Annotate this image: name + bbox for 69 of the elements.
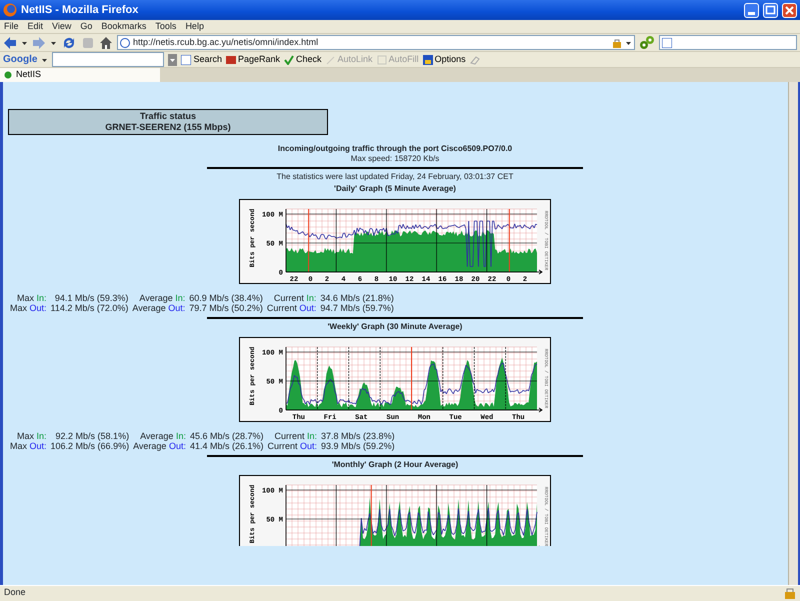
firefox-icon [3,3,17,17]
scrollbar[interactable] [788,82,798,585]
pagerank-icon [226,54,236,64]
browser-tab[interactable]: NetIIS [0,68,160,82]
stat-value: 94.7 Mb/s (59.7%) [319,303,395,313]
stat-value: 60.9 Mb/s (38.4%) [188,293,264,303]
toolbar-button[interactable]: Search [181,52,222,66]
graph-title: 'Daily' Graph (5 Minute Average) [333,184,457,194]
url-text: http://netis.rcub.bg.ac.yu/netis/omni/index.html [133,36,320,49]
google-logo[interactable]: Google [3,52,38,67]
minimize-icon [748,12,755,14]
stat-value: 93.9 Mb/s (59.2%) [320,441,396,451]
close-button[interactable] [782,2,797,18]
stat-value: 45.6 Mb/s (28.7%) [188,431,264,441]
stat-value: 34.6 Mb/s (21.8%) [319,293,395,303]
stat-value: 79.7 Mb/s (50.2%) [188,303,264,313]
stat-label: Current Out: [266,441,318,451]
status-text: Done [4,586,26,600]
close-icon [783,4,796,16]
search-field[interactable] [659,35,797,50]
toolbar-button[interactable]: Check [284,52,322,66]
menu-item[interactable]: Help [185,20,204,34]
stat-label: Max In: [16,431,48,441]
menu-item[interactable]: Tools [155,20,176,34]
graph-title: 'Monthly' Graph (2 Hour Average) [330,460,460,470]
maximize-icon [764,4,777,16]
menu-item[interactable]: File [4,20,19,34]
search-field[interactable] [52,52,164,67]
menu-item[interactable]: View [52,20,72,34]
lock-icon [784,587,796,599]
graph-title: 'Weekly' Graph (30 Minute Average) [326,322,464,332]
menu-item[interactable]: Go [80,20,92,34]
max-speed-text: Max speed: 158720 Kb/s [350,154,440,164]
stat-value: 94.1 Mb/s (59.3%) [54,293,130,303]
check-icon [284,54,294,64]
stat-label: Average In: [139,431,187,441]
stat-label: Average Out: [131,303,186,313]
stat-label: Current In: [274,431,318,441]
stat-label: Max Out: [9,441,48,451]
page-icon [120,38,130,48]
stat-label: Max In: [16,293,48,303]
gears-icon[interactable] [639,34,655,50]
maximize-button[interactable] [763,2,778,18]
header-text: Traffic status [138,111,198,122]
stat-label: Average Out: [132,441,187,451]
window-title: NetIIS - Mozilla Firefox [21,2,140,18]
lock-icon [612,38,622,48]
menu-item[interactable]: Edit [28,20,44,34]
stat-value: 41.4 Mb/s (26.1%) [188,441,264,451]
options-icon [422,54,433,64]
stat-label: Current In: [272,293,318,303]
back-icon[interactable] [3,36,17,50]
home-icon[interactable] [99,36,113,50]
header-text: GRNET-SEEREN2 (155 Mbps) [104,122,232,133]
stat-label: Current Out: [266,303,318,313]
updated-text: The statistics were last updated Friday, 24 February, 03:01:37 CET [276,172,514,182]
toolbar-button[interactable]: PageRank [226,52,280,66]
address-field[interactable]: http://netis.rcub.bg.ac.yu/netis/omni/index.html [117,35,635,50]
minimize-button[interactable] [744,2,759,18]
toolbar-button[interactable]: Options [422,52,466,66]
stat-value: 106.2 Mb/s (66.9%) [50,441,130,451]
menu-item[interactable]: Bookmarks [101,20,146,34]
port-text: Incoming/outgoing traffic through the port Cisco6509.PO7/0.0 [276,144,514,154]
stat-label: Average In: [138,293,186,303]
stat-value: 92.2 Mb/s (58.1%) [54,431,130,441]
stat-value: 114.2 Mb/s (72.0%) [50,303,130,313]
stat-value: 37.8 Mb/s (23.8%) [320,431,396,441]
stat-label: Max Out: [9,303,48,313]
dot-icon [4,71,12,79]
